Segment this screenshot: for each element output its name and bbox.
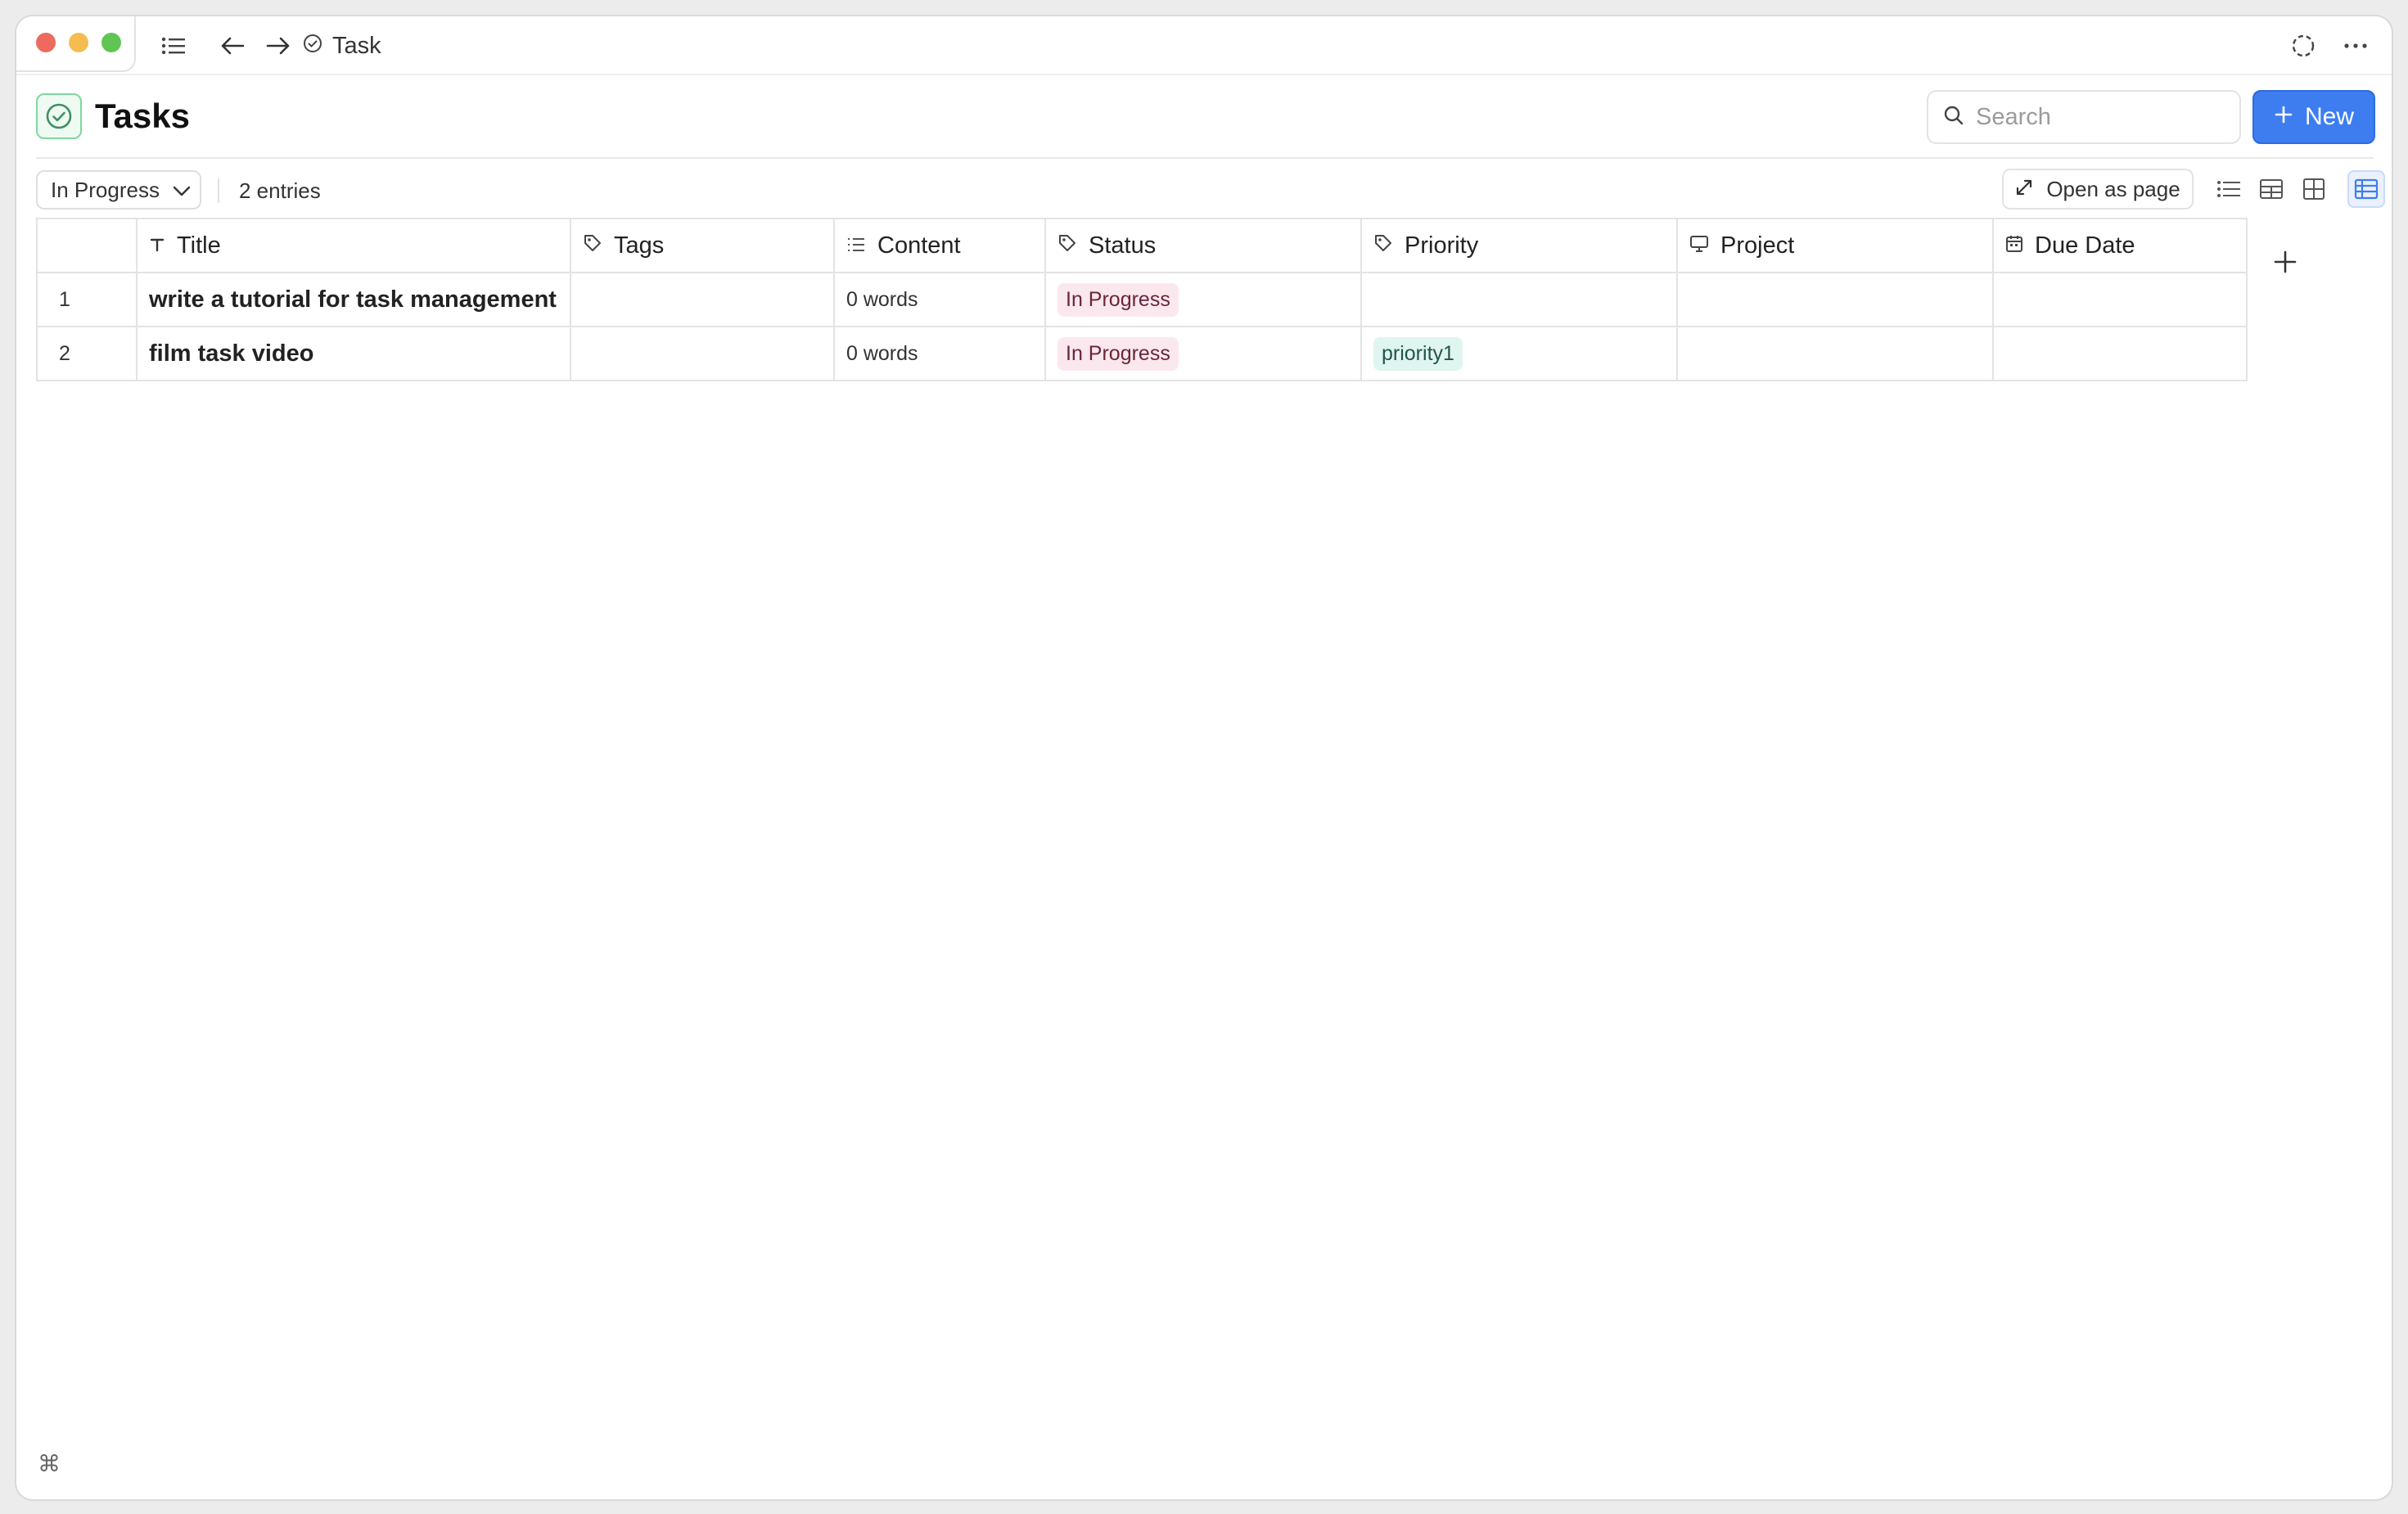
expand-icon [2015,177,2033,202]
board-view-icon[interactable] [2295,170,2333,208]
entries-count: 2 entries [239,178,321,203]
row-status[interactable]: In Progress [1044,326,1362,381]
search-icon [1943,105,1964,130]
search-box[interactable] [1927,90,2241,144]
row-tags[interactable] [570,272,835,327]
row-tags[interactable] [570,326,835,381]
row-priority[interactable] [1360,272,1678,327]
zoom-window-button[interactable] [101,33,121,52]
plus-icon [2274,103,2293,131]
table-view-icon[interactable] [2347,170,2385,208]
title-bar: Task [16,16,2392,75]
chevron-down-icon [173,178,191,203]
back-arrow-icon[interactable] [216,29,249,62]
list-icon [846,232,866,259]
column-header-title[interactable]: Title [136,218,571,273]
row-priority[interactable]: priority1 [1360,326,1678,381]
column-header-index [36,218,138,273]
column-header-project[interactable]: Project [1676,218,1994,273]
filter-value: In Progress [51,177,160,202]
page-title: Tasks [95,97,190,135]
table-row[interactable]: 1 write a tutorial for task management 0… [36,272,2248,327]
toolbar-divider [218,178,219,203]
status-badge: In Progress [1057,336,1179,371]
close-window-button[interactable] [36,33,56,52]
column-header-tags[interactable]: Tags [570,218,835,273]
status-filter-dropdown[interactable]: In Progress [36,170,201,210]
tag-icon [1373,232,1393,259]
row-content[interactable]: 0 words [833,272,1046,327]
list-view-icon[interactable] [2210,170,2248,208]
row-due-date[interactable] [1992,272,2248,327]
command-menu-icon[interactable]: ⌘ [38,1450,61,1477]
new-button[interactable]: New [2252,90,2375,144]
breadcrumb-title: Task [332,32,381,59]
minimize-window-button[interactable] [69,33,88,52]
priority-badge: priority1 [1373,336,1463,371]
monitor-icon [1689,232,1709,259]
status-badge: In Progress [1057,282,1179,317]
breadcrumb[interactable]: Task [303,31,381,61]
search-input[interactable] [1976,103,2221,131]
sync-status-icon[interactable] [2287,29,2320,62]
page-icon[interactable] [36,93,82,139]
row-title[interactable]: write a tutorial for task management [136,272,571,327]
row-status[interactable]: In Progress [1044,272,1362,327]
row-number: 2 [36,326,138,381]
window-controls [16,16,136,72]
forward-arrow-icon[interactable] [262,29,295,62]
column-header-content[interactable]: Content [833,218,1046,273]
table-header-row: Title Tags Content Status Priority Proje… [36,218,2248,273]
gallery-view-icon[interactable] [2252,170,2290,208]
row-project[interactable] [1676,272,1994,327]
row-title[interactable]: film task video [136,326,571,381]
more-options-icon[interactable] [2339,29,2372,62]
header-divider [36,157,2374,159]
table-row[interactable]: 2 film task video 0 words In Progress pr… [36,326,2248,381]
open-as-page-label: Open as page [2046,176,2180,201]
tag-icon [1057,232,1077,259]
column-header-priority[interactable]: Priority [1360,218,1678,273]
row-project[interactable] [1676,326,1994,381]
row-due-date[interactable] [1992,326,2248,381]
app-window: Task Tasks New In Progress 2 entries [15,15,2393,1501]
tag-icon [583,232,602,259]
row-content[interactable]: 0 words [833,326,1046,381]
task-check-icon [303,33,322,60]
new-button-label: New [2304,103,2354,130]
text-type-icon [149,232,165,259]
sidebar-toggle-icon[interactable] [157,29,190,62]
column-header-due-date[interactable]: Due Date [1992,218,2248,273]
add-column-icon[interactable] [2269,246,2302,278]
row-number: 1 [36,272,138,327]
tasks-table: Title Tags Content Status Priority Proje… [36,218,2248,381]
open-as-page-button[interactable]: Open as page [2002,169,2194,210]
column-header-status[interactable]: Status [1044,218,1362,273]
calendar-icon [2005,232,2023,259]
